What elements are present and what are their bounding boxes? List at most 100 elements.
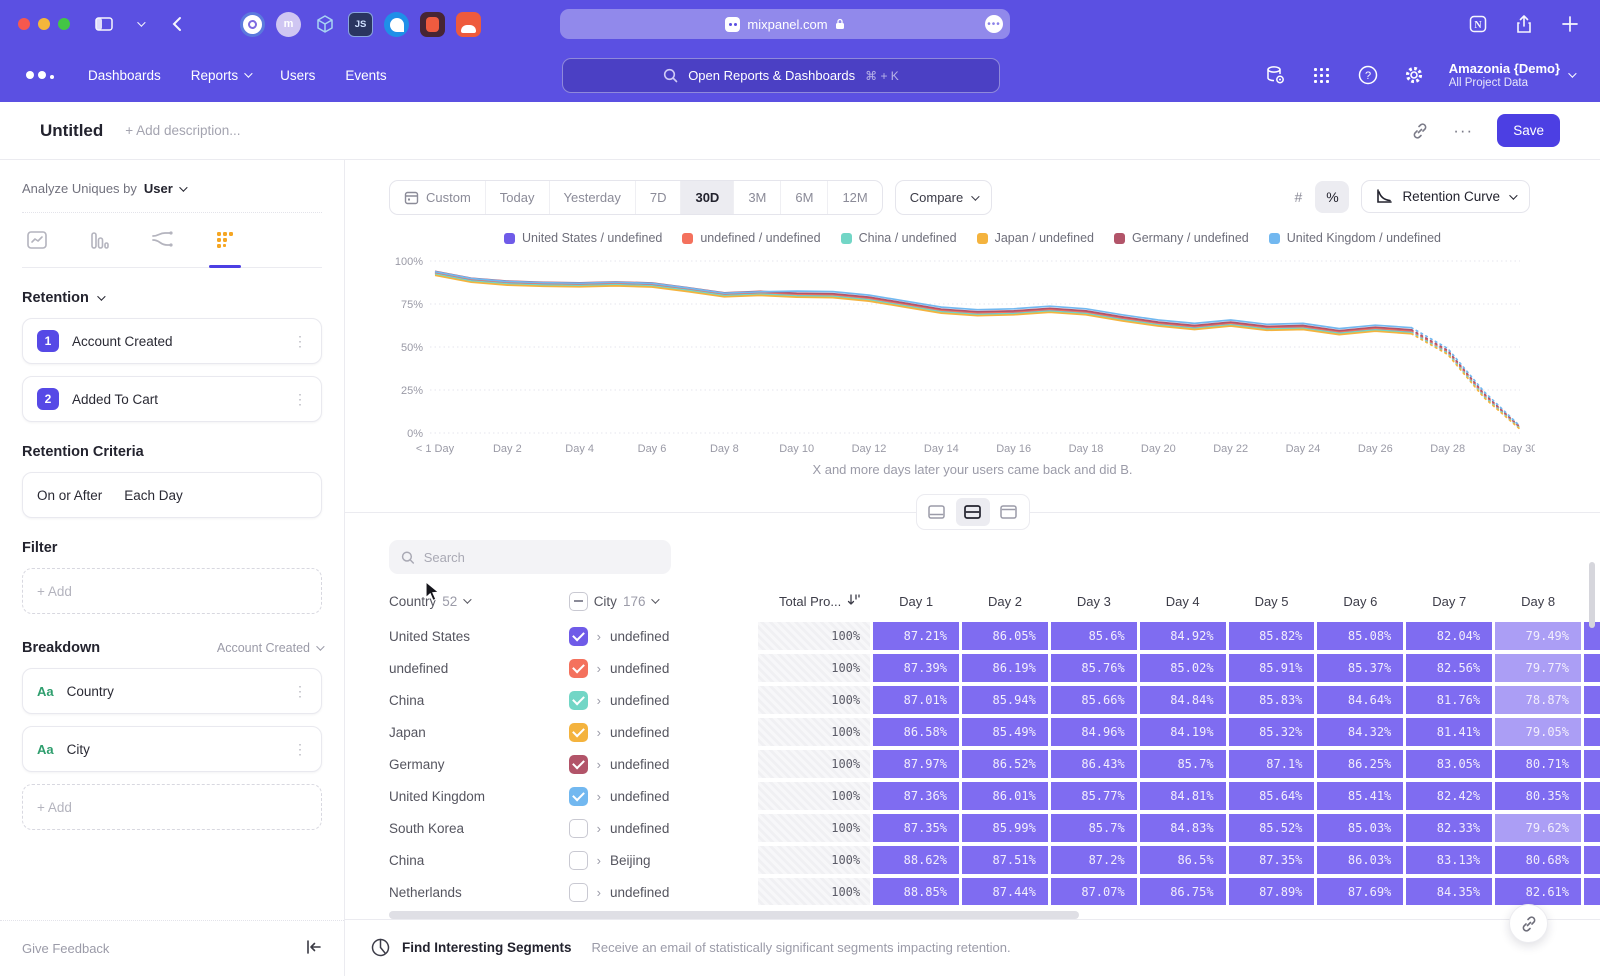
layout-chart-only-button[interactable]: [920, 498, 954, 526]
legend-item[interactable]: undefined / undefined: [682, 231, 820, 245]
date-range-custom[interactable]: Custom: [390, 181, 486, 214]
extension-cube-icon[interactable]: [312, 12, 337, 37]
address-bar[interactable]: mixpanel.com •••: [560, 9, 1010, 39]
breakdown-card[interactable]: AaCity⋮: [22, 726, 322, 772]
nav-item-dashboards[interactable]: Dashboards: [88, 68, 161, 83]
vertical-scrollbar[interactable]: [1589, 562, 1595, 628]
day-column-header-3[interactable]: Day 3: [1051, 594, 1137, 609]
collapse-sidebar-icon[interactable]: [306, 940, 322, 957]
mixpanel-logo[interactable]: [26, 71, 54, 79]
kebab-menu-icon[interactable]: ⋮: [293, 741, 307, 758]
breakdown-scope-dropdown[interactable]: Account Created: [217, 641, 322, 655]
settings-gear-icon[interactable]: [1403, 64, 1425, 86]
search-input[interactable]: [424, 550, 659, 565]
day-column-header-7[interactable]: Day 7: [1406, 594, 1492, 609]
apps-grid-icon[interactable]: [1311, 64, 1333, 86]
expand-chevron-icon[interactable]: ›: [597, 693, 601, 708]
nav-item-users[interactable]: Users: [280, 68, 315, 83]
close-window-button[interactable]: [18, 18, 30, 30]
legend-item[interactable]: China / undefined: [841, 231, 957, 245]
series-checkbox[interactable]: [569, 851, 588, 870]
add-description-button[interactable]: + Add description...: [125, 123, 240, 138]
tab-retention[interactable]: [214, 229, 236, 255]
extension-js-icon[interactable]: JS: [348, 12, 373, 37]
legend-item[interactable]: Germany / undefined: [1114, 231, 1249, 245]
tab-overview-chevron-icon[interactable]: [128, 12, 152, 36]
city-column-header[interactable]: City176: [569, 592, 759, 611]
day-column-header-1[interactable]: Day 1: [873, 594, 959, 609]
tab-funnels[interactable]: [88, 229, 110, 255]
layout-split-button[interactable]: [956, 498, 990, 526]
give-feedback-link[interactable]: Give Feedback: [22, 941, 109, 956]
series-checkbox[interactable]: [569, 627, 588, 646]
legend-item[interactable]: United Kingdom / undefined: [1269, 231, 1441, 245]
day-column-header-2[interactable]: Day 2: [962, 594, 1048, 609]
series-checkbox[interactable]: [569, 659, 588, 678]
series-checkbox[interactable]: [569, 755, 588, 774]
share-icon[interactable]: [1512, 12, 1536, 36]
total-column-header[interactable]: Total Pro...: [758, 593, 870, 609]
nav-item-events[interactable]: Events: [345, 68, 386, 83]
date-range-12m[interactable]: 12M: [828, 181, 881, 214]
report-title[interactable]: Untitled: [40, 121, 103, 141]
add-filter-button[interactable]: + Add: [22, 568, 322, 614]
copy-link-icon[interactable]: [1411, 122, 1429, 140]
date-range-today[interactable]: Today: [486, 181, 550, 214]
expand-chevron-icon[interactable]: ›: [597, 629, 601, 644]
series-checkbox[interactable]: [569, 883, 588, 902]
global-search-button[interactable]: Open Reports & Dashboards ⌘ + K: [562, 58, 1000, 93]
day-column-header-8[interactable]: Day 8: [1495, 594, 1581, 609]
tab-flows[interactable]: [150, 229, 174, 255]
chart-type-dropdown[interactable]: Retention Curve: [1361, 180, 1530, 213]
unit-count-button[interactable]: #: [1281, 181, 1315, 213]
expand-chevron-icon[interactable]: ›: [597, 821, 601, 836]
minimize-window-button[interactable]: [38, 18, 50, 30]
day-column-header-5[interactable]: Day 5: [1229, 594, 1315, 609]
more-options-button[interactable]: ···: [1453, 121, 1473, 141]
save-button[interactable]: Save: [1497, 114, 1560, 147]
share-link-floating-button[interactable]: [1509, 904, 1548, 943]
help-icon[interactable]: ?: [1357, 64, 1379, 86]
expand-chevron-icon[interactable]: ›: [597, 885, 601, 900]
project-switcher[interactable]: Amazonia {Demo} All Project Data: [1449, 61, 1574, 89]
extension-bird-icon[interactable]: [384, 12, 409, 37]
day-column-header-4[interactable]: Day 4: [1140, 594, 1226, 609]
segments-title[interactable]: Find Interesting Segments: [402, 940, 572, 955]
kebab-menu-icon[interactable]: ⋮: [293, 391, 307, 408]
extension-cloud-icon[interactable]: [456, 12, 481, 37]
series-checkbox[interactable]: [569, 691, 588, 710]
day-column-header-6[interactable]: Day 6: [1317, 594, 1403, 609]
breakdown-card[interactable]: AaCountry⋮: [22, 668, 322, 714]
legend-item[interactable]: United States / undefined: [504, 231, 662, 245]
expand-chevron-icon[interactable]: ›: [597, 853, 601, 868]
select-all-checkbox[interactable]: [569, 592, 588, 611]
zoom-window-button[interactable]: [58, 18, 70, 30]
date-range-yesterday[interactable]: Yesterday: [550, 181, 636, 214]
add-breakdown-button[interactable]: + Add: [22, 784, 322, 830]
extension-target-icon[interactable]: [240, 12, 265, 37]
series-checkbox[interactable]: [569, 787, 588, 806]
date-range-6m[interactable]: 6M: [781, 181, 828, 214]
expand-chevron-icon[interactable]: ›: [597, 789, 601, 804]
unit-percent-button[interactable]: %: [1315, 181, 1349, 213]
kebab-menu-icon[interactable]: ⋮: [293, 683, 307, 700]
series-checkbox[interactable]: [569, 819, 588, 838]
analyze-entity-dropdown[interactable]: User: [144, 181, 185, 196]
nav-item-reports[interactable]: Reports: [191, 68, 250, 83]
event-card[interactable]: 2Added To Cart⋮: [22, 376, 322, 422]
legend-item[interactable]: Japan / undefined: [977, 231, 1094, 245]
criteria-frequency-dropdown[interactable]: Each Day: [124, 488, 183, 503]
back-icon[interactable]: [164, 12, 188, 36]
horizontal-scrollbar[interactable]: [389, 911, 1079, 919]
date-range-7d[interactable]: 7D: [636, 181, 682, 214]
address-more-button[interactable]: •••: [985, 15, 1003, 33]
date-range-30d[interactable]: 30D: [681, 181, 734, 214]
event-card[interactable]: 1Account Created⋮: [22, 318, 322, 364]
retention-section-header[interactable]: Retention: [22, 290, 322, 306]
data-management-icon[interactable]: [1265, 64, 1287, 86]
criteria-condition-dropdown[interactable]: On or After: [37, 488, 102, 503]
country-column-header[interactable]: Country52: [389, 594, 569, 609]
extension-m-icon[interactable]: m: [276, 12, 301, 37]
date-range-3m[interactable]: 3M: [734, 181, 781, 214]
new-tab-icon[interactable]: [1558, 12, 1582, 36]
